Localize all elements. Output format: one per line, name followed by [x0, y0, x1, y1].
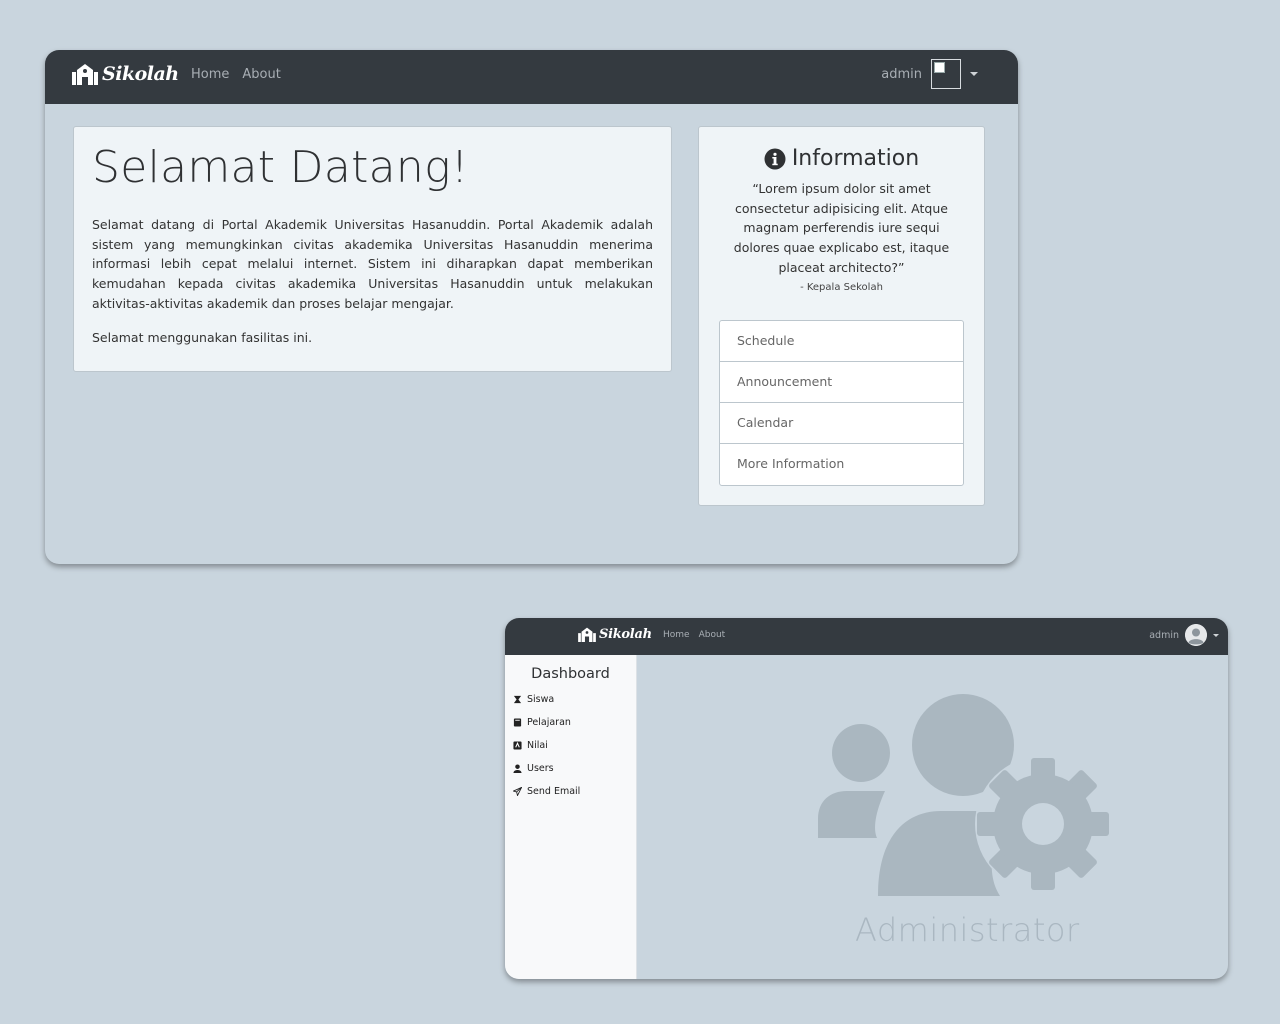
- sidebar-item-label: Users: [527, 763, 554, 774]
- user-graduate-icon: [513, 695, 522, 704]
- sidebar-item-send-email[interactable]: Send Email: [505, 780, 636, 803]
- nav-about-link[interactable]: About: [242, 67, 280, 82]
- welcome-card: Selamat Datang! Selamat datang di Portal…: [73, 126, 672, 372]
- more-information-link[interactable]: More Information: [720, 444, 963, 485]
- administrator-label: Administrator: [855, 911, 1080, 949]
- info-title-text: Information: [791, 146, 920, 171]
- home-window: Sikolah Home About admin Selamat Datang!…: [45, 50, 1018, 564]
- sidebar-item-label: Nilai: [527, 740, 548, 751]
- sidebar-item-nilai[interactable]: Nilai: [505, 734, 636, 757]
- school-icon: [578, 627, 596, 642]
- sidebar-item-users[interactable]: Users: [505, 757, 636, 780]
- announcement-link[interactable]: Announcement: [720, 362, 963, 403]
- broken-image-icon: [934, 62, 945, 73]
- user-name: admin: [881, 66, 922, 82]
- user-menu[interactable]: admin: [1149, 624, 1219, 646]
- caret-down-icon[interactable]: [1213, 633, 1219, 637]
- brand-link[interactable]: Sikolah: [578, 627, 652, 642]
- sidebar: Dashboard Siswa Pelajaran Nilai Users Se…: [505, 655, 637, 979]
- brand-name: Sikolah: [102, 63, 179, 85]
- nav-about-link[interactable]: About: [699, 630, 726, 640]
- avatar[interactable]: [1185, 624, 1207, 646]
- user-menu[interactable]: admin: [881, 59, 978, 89]
- calendar-link[interactable]: Calendar: [720, 403, 963, 444]
- nav-home-link[interactable]: Home: [191, 67, 229, 82]
- top-navbar: Sikolah Home About admin: [45, 50, 1018, 104]
- sidebar-item-label: Siswa: [527, 694, 555, 705]
- info-link-list: Schedule Announcement Calendar More Info…: [719, 320, 964, 486]
- sidebar-title: Dashboard: [531, 666, 610, 682]
- admin-window: Sikolah Home About admin Dashboard Siswa…: [505, 618, 1228, 979]
- paper-plane-icon: [513, 787, 522, 796]
- nav-home-link[interactable]: Home: [663, 630, 690, 640]
- user-avatar-icon: [1185, 624, 1207, 646]
- avatar[interactable]: [931, 59, 961, 89]
- info-circle-icon: [764, 148, 786, 169]
- users-cog-icon: [818, 694, 1111, 896]
- info-title: Information: [699, 146, 984, 171]
- welcome-paragraph: Selamat datang di Portal Akademik Univer…: [92, 217, 653, 311]
- top-navbar: Sikolah Home About admin: [505, 618, 1228, 655]
- schedule-link[interactable]: Schedule: [720, 321, 963, 362]
- brand-name: Sikolah: [599, 627, 652, 642]
- brand-link[interactable]: Sikolah: [72, 63, 179, 85]
- caret-down-icon[interactable]: [970, 72, 978, 76]
- grade-card-icon: [513, 741, 522, 750]
- sidebar-item-siswa[interactable]: Siswa: [505, 688, 636, 711]
- user-name: admin: [1149, 629, 1179, 641]
- sidebar-item-label: Pelajaran: [527, 717, 571, 728]
- quote-author: - Kepala Sekolah: [800, 281, 883, 293]
- sidebar-item-label: Send Email: [527, 786, 581, 797]
- user-icon: [513, 764, 522, 773]
- school-icon: [72, 64, 98, 85]
- info-quote: “Lorem ipsum dolor sit amet consectetur …: [733, 181, 950, 275]
- welcome-heading: Selamat Datang!: [92, 142, 469, 193]
- welcome-closing: Selamat menggunakan fasilitas ini.: [92, 329, 313, 345]
- sidebar-item-pelajaran[interactable]: Pelajaran: [505, 711, 636, 734]
- information-card: Information “Lorem ipsum dolor sit amet …: [698, 126, 985, 506]
- book-icon: [513, 718, 522, 727]
